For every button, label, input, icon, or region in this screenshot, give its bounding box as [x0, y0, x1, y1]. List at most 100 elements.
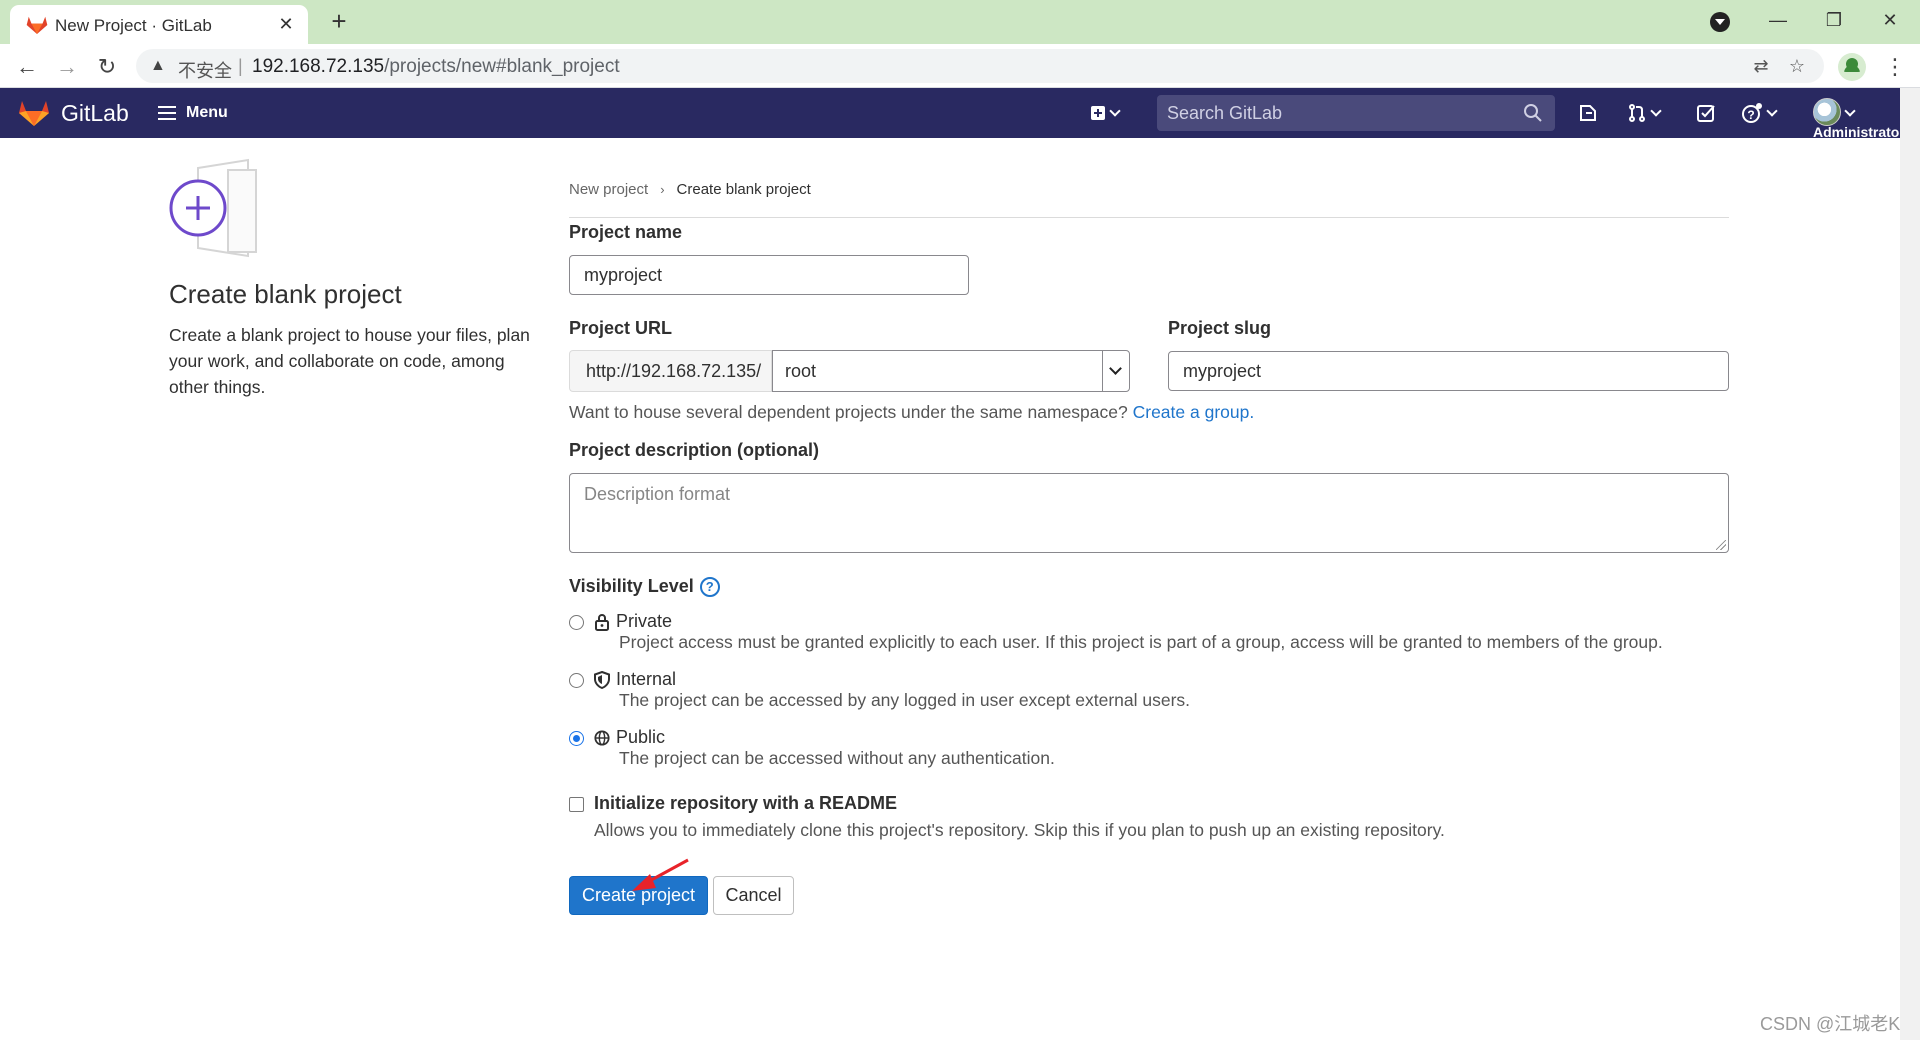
gitlab-logo-icon[interactable] [18, 99, 50, 127]
breadcrumb-chevron-icon: › [660, 182, 665, 197]
breadcrumb-divider [569, 217, 1729, 218]
merge-requests-dropdown[interactable] [1627, 101, 1662, 125]
chevron-down-icon [1766, 104, 1778, 117]
user-avatar[interactable] [1813, 98, 1841, 126]
tab-close-icon[interactable]: ✕ [274, 12, 298, 36]
namespace-select[interactable]: root [772, 350, 1130, 392]
url-host: 192.168.72.135 [252, 56, 385, 77]
chevron-down-icon [1109, 104, 1121, 117]
merge-request-icon [1629, 104, 1645, 122]
visibility-internal-radio[interactable] [569, 673, 584, 688]
project-name-input[interactable]: myproject [569, 255, 969, 295]
user-dropdown[interactable] [1844, 101, 1856, 125]
blank-project-illustration-icon [169, 158, 257, 258]
browser-tab[interactable]: New Project · GitLab ✕ [10, 5, 308, 44]
todos-icon[interactable] [1696, 101, 1716, 125]
readme-description: Allows you to immediately clone this pro… [594, 820, 1445, 840]
visibility-private-heading[interactable]: Private [594, 611, 672, 632]
project-slug-input[interactable]: myproject [1168, 351, 1729, 391]
shield-icon [594, 670, 610, 689]
search-icon[interactable] [1523, 103, 1543, 123]
chevron-down-icon [1650, 104, 1662, 117]
hamburger-icon [158, 106, 176, 120]
user-name-label: Administrator [1813, 124, 1905, 140]
page-scrollbar[interactable] [1900, 88, 1920, 1040]
bookmark-star-icon[interactable]: ☆ [1786, 55, 1808, 77]
project-name-label: Project name [569, 222, 683, 242]
description-textarea[interactable] [569, 473, 1729, 553]
forward-icon[interactable]: → [52, 52, 82, 82]
url-text[interactable]: 192.168.72.135/projects/new#blank_projec… [252, 56, 620, 78]
textarea-resize-handle[interactable] [1716, 540, 1726, 550]
annotation-arrow-icon [632, 858, 689, 891]
browser-menu-icon[interactable]: ⋮ [1880, 52, 1910, 82]
visibility-public-heading[interactable]: Public [594, 727, 665, 748]
visibility-internal-heading[interactable]: Internal [594, 669, 676, 690]
namespace-help-text: Want to house several dependent projects… [569, 402, 1254, 423]
cancel-button[interactable]: Cancel [713, 876, 794, 915]
restore-icon[interactable]: ❐ [1804, 4, 1864, 36]
issues-icon[interactable] [1578, 101, 1598, 125]
tab-search-icon[interactable] [1710, 12, 1730, 32]
menu-button[interactable]: Menu [158, 101, 228, 125]
search-input[interactable] [1157, 95, 1517, 131]
window-close-icon[interactable]: ✕ [1860, 4, 1920, 36]
globe-icon [594, 729, 610, 746]
visibility-private-label: Private [616, 611, 673, 631]
minimize-icon[interactable]: — [1748, 4, 1808, 36]
todo-check-icon [1697, 105, 1715, 122]
translate-icon[interactable]: ⇄ [1750, 55, 1772, 77]
omnibox-separator: | [238, 56, 243, 76]
project-url-prefix: http://192.168.72.135/ [569, 350, 772, 392]
search-box[interactable] [1157, 95, 1555, 131]
readme-label[interactable]: Initialize repository with a README [594, 793, 897, 814]
profile-avatar-icon[interactable] [1838, 53, 1866, 81]
back-icon[interactable]: ← [12, 52, 42, 82]
gitlab-favicon-icon [26, 16, 48, 34]
visibility-public-radio[interactable] [569, 731, 584, 746]
address-bar-row: ← → ↻ ▲ 不安全 | 192.168.72.135/projects/ne… [0, 44, 1920, 88]
chevron-down-icon [1844, 104, 1856, 117]
description-label: Project description (optional) [569, 440, 820, 460]
readme-checkbox[interactable] [569, 797, 584, 812]
svg-text:?: ? [1747, 108, 1754, 122]
watermark: CSDN @江城老K [1760, 1014, 1901, 1034]
visibility-public-description: The project can be accessed without any … [619, 748, 1055, 768]
intro-title: Create blank project [169, 279, 402, 309]
reload-icon[interactable]: ↻ [92, 52, 122, 82]
help-icon: ? [1742, 103, 1762, 123]
issues-glyph-icon [1580, 105, 1596, 121]
project-slug-label: Project slug [1168, 318, 1272, 338]
visibility-internal-description: The project can be accessed by any logge… [619, 690, 1191, 710]
question-circle-icon[interactable]: ? [699, 576, 720, 597]
omnibox[interactable]: ▲ 不安全 | 192.168.72.135/projects/new#blan… [136, 49, 1824, 83]
namespace-help-sentence: Want to house several dependent projects… [569, 402, 1128, 422]
insecure-label: 不安全 [178, 61, 232, 81]
visibility-level-label: Visibility Level [569, 576, 694, 596]
visibility-internal-label: Internal [616, 669, 677, 689]
gitlab-brand[interactable]: GitLab [61, 100, 129, 127]
namespace-value: root [785, 361, 817, 381]
help-dropdown[interactable]: ? [1741, 101, 1778, 125]
project-url-label: Project URL [569, 318, 673, 338]
breadcrumb-current: Create blank project [676, 181, 811, 198]
gitlab-top-nav: GitLab Menu ? Administrator [0, 88, 1905, 140]
visibility-private-description: Project access must be granted explicitl… [619, 632, 1663, 652]
chevron-down-icon[interactable] [1102, 351, 1129, 391]
warning-icon[interactable]: ▲ [150, 57, 166, 75]
new-item-dropdown[interactable] [1090, 101, 1121, 125]
browser-tabstrip: New Project · GitLab ✕ + — ❐ ✕ [0, 0, 1920, 44]
tab-title: New Project · GitLab [55, 16, 212, 35]
create-group-link[interactable]: Create a group. [1133, 402, 1255, 422]
visibility-private-radio[interactable] [569, 615, 584, 630]
visibility-level-heading: Visibility Level ? [569, 576, 720, 597]
plus-square-icon [1091, 106, 1105, 120]
intro-description: Create a blank project to house your fil… [169, 325, 530, 397]
new-tab-icon[interactable]: + [324, 6, 354, 36]
breadcrumb: New project › Create blank project [569, 181, 811, 198]
menu-label: Menu [186, 104, 228, 121]
lock-icon [595, 613, 609, 631]
breadcrumb-new-project[interactable]: New project [569, 181, 648, 198]
url-path: /projects/new#blank_project [384, 56, 620, 77]
visibility-public-label: Public [616, 727, 666, 747]
